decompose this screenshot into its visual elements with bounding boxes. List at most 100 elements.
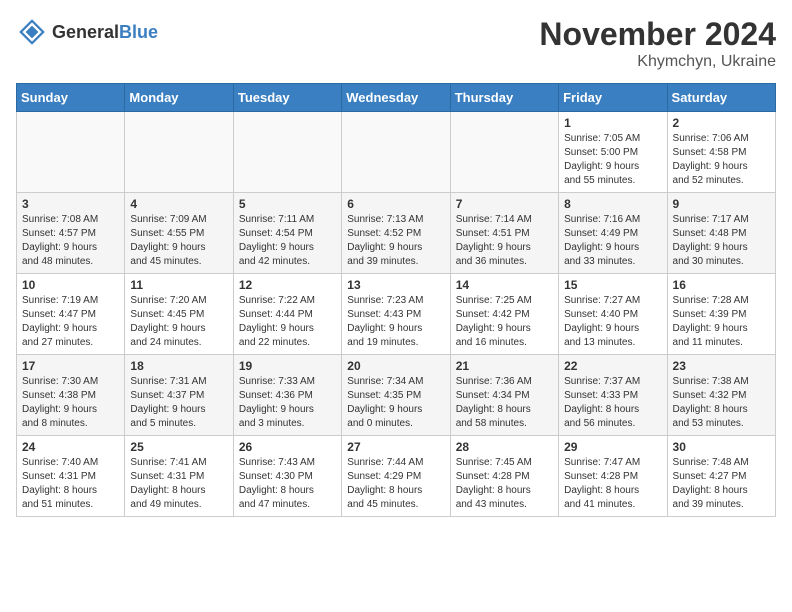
day-info: Sunrise: 7:45 AM Sunset: 4:28 PM Dayligh… [456, 456, 553, 512]
day-info: Sunrise: 7:28 AM Sunset: 4:39 PM Dayligh… [673, 294, 770, 350]
day-cell-4-4: 28 Sunrise: 7:45 AM Sunset: 4:28 PM Dayli… [450, 436, 558, 517]
day-info: Sunrise: 7:41 AM Sunset: 4:31 PM Dayligh… [130, 456, 227, 512]
day-number: 17 [22, 359, 119, 373]
day-info: Sunrise: 7:38 AM Sunset: 4:32 PM Dayligh… [673, 375, 770, 431]
day-cell-0-4 [450, 112, 558, 193]
day-info: Sunrise: 7:19 AM Sunset: 4:47 PM Dayligh… [22, 294, 119, 350]
day-number: 4 [130, 197, 227, 211]
day-number: 8 [564, 197, 661, 211]
day-number: 7 [456, 197, 553, 211]
location-title: Khymchyn, Ukraine [539, 53, 776, 71]
day-number: 22 [564, 359, 661, 373]
day-info: Sunrise: 7:11 AM Sunset: 4:54 PM Dayligh… [239, 213, 336, 269]
day-info: Sunrise: 7:40 AM Sunset: 4:31 PM Dayligh… [22, 456, 119, 512]
day-cell-1-6: 9 Sunrise: 7:17 AM Sunset: 4:48 PM Daylig… [667, 193, 775, 274]
day-cell-2-3: 13Sunrise: 7:23 AM Sunset: 4:43 PM Dayli… [342, 274, 450, 355]
day-cell-2-4: 14 Sunrise: 7:25 AM Sunset: 4:42 PM Dayli… [450, 274, 558, 355]
day-number: 19 [239, 359, 336, 373]
day-info: Sunrise: 7:36 AM Sunset: 4:34 PM Dayligh… [456, 375, 553, 431]
logo-text-blue: Blue [119, 22, 158, 42]
day-info: Sunrise: 7:22 AM Sunset: 4:44 PM Dayligh… [239, 294, 336, 350]
day-number: 27 [347, 440, 444, 454]
day-number: 23 [673, 359, 770, 373]
day-cell-3-4: 21 Sunrise: 7:36 AM Sunset: 4:34 PM Dayli… [450, 355, 558, 436]
day-number: 30 [673, 440, 770, 454]
day-number: 25 [130, 440, 227, 454]
col-tuesday: Tuesday [233, 84, 341, 112]
day-cell-3-6: 23 Sunrise: 7:38 AM Sunset: 4:32 PM Dayli… [667, 355, 775, 436]
day-number: 15 [564, 278, 661, 292]
day-info: Sunrise: 7:48 AM Sunset: 4:27 PM Dayligh… [673, 456, 770, 512]
week-row-5: 24 Sunrise: 7:40 AM Sunset: 4:31 PM Dayli… [17, 436, 776, 517]
day-number: 1 [564, 116, 661, 130]
day-number: 18 [130, 359, 227, 373]
day-cell-0-1 [125, 112, 233, 193]
day-cell-0-5: 1Sunrise: 7:05 AM Sunset: 5:00 PM Daylig… [559, 112, 667, 193]
day-cell-4-1: 25 Sunrise: 7:41 AM Sunset: 4:31 PM Dayli… [125, 436, 233, 517]
day-cell-2-6: 16Sunrise: 7:28 AM Sunset: 4:39 PM Dayli… [667, 274, 775, 355]
day-info: Sunrise: 7:20 AM Sunset: 4:45 PM Dayligh… [130, 294, 227, 350]
day-cell-3-0: 17 Sunrise: 7:30 AM Sunset: 4:38 PM Dayli… [17, 355, 125, 436]
day-number: 10 [22, 278, 119, 292]
day-cell-1-3: 6 Sunrise: 7:13 AM Sunset: 4:52 PM Daylig… [342, 193, 450, 274]
day-cell-4-2: 26 Sunrise: 7:43 AM Sunset: 4:30 PM Dayli… [233, 436, 341, 517]
col-wednesday: Wednesday [342, 84, 450, 112]
day-number: 14 [456, 278, 553, 292]
week-row-1: 1Sunrise: 7:05 AM Sunset: 5:00 PM Daylig… [17, 112, 776, 193]
col-thursday: Thursday [450, 84, 558, 112]
month-title: November 2024 [539, 16, 776, 53]
day-cell-0-6: 2Sunrise: 7:06 AM Sunset: 4:58 PM Daylig… [667, 112, 775, 193]
day-number: 2 [673, 116, 770, 130]
day-number: 29 [564, 440, 661, 454]
day-number: 3 [22, 197, 119, 211]
day-cell-1-4: 7Sunrise: 7:14 AM Sunset: 4:51 PM Daylig… [450, 193, 558, 274]
day-info: Sunrise: 7:08 AM Sunset: 4:57 PM Dayligh… [22, 213, 119, 269]
day-cell-1-5: 8Sunrise: 7:16 AM Sunset: 4:49 PM Daylig… [559, 193, 667, 274]
day-cell-3-1: 18Sunrise: 7:31 AM Sunset: 4:37 PM Dayli… [125, 355, 233, 436]
day-info: Sunrise: 7:13 AM Sunset: 4:52 PM Dayligh… [347, 213, 444, 269]
col-saturday: Saturday [667, 84, 775, 112]
day-cell-3-3: 20Sunrise: 7:34 AM Sunset: 4:35 PM Dayli… [342, 355, 450, 436]
day-cell-2-1: 11Sunrise: 7:20 AM Sunset: 4:45 PM Dayli… [125, 274, 233, 355]
logo-icon [16, 16, 48, 48]
title-area: November 2024 Khymchyn, Ukraine [539, 16, 776, 71]
day-info: Sunrise: 7:09 AM Sunset: 4:55 PM Dayligh… [130, 213, 227, 269]
day-cell-2-2: 12 Sunrise: 7:22 AM Sunset: 4:44 PM Dayli… [233, 274, 341, 355]
day-number: 12 [239, 278, 336, 292]
day-cell-1-1: 4 Sunrise: 7:09 AM Sunset: 4:55 PM Daylig… [125, 193, 233, 274]
day-number: 28 [456, 440, 553, 454]
day-cell-3-5: 22 Sunrise: 7:37 AM Sunset: 4:33 PM Dayli… [559, 355, 667, 436]
day-number: 24 [22, 440, 119, 454]
day-info: Sunrise: 7:44 AM Sunset: 4:29 PM Dayligh… [347, 456, 444, 512]
day-number: 26 [239, 440, 336, 454]
day-info: Sunrise: 7:30 AM Sunset: 4:38 PM Dayligh… [22, 375, 119, 431]
day-number: 20 [347, 359, 444, 373]
day-info: Sunrise: 7:17 AM Sunset: 4:48 PM Dayligh… [673, 213, 770, 269]
col-sunday: Sunday [17, 84, 125, 112]
week-row-2: 3 Sunrise: 7:08 AM Sunset: 4:57 PM Daylig… [17, 193, 776, 274]
day-cell-0-2 [233, 112, 341, 193]
day-cell-4-0: 24 Sunrise: 7:40 AM Sunset: 4:31 PM Dayli… [17, 436, 125, 517]
day-cell-4-5: 29 Sunrise: 7:47 AM Sunset: 4:28 PM Dayli… [559, 436, 667, 517]
day-number: 6 [347, 197, 444, 211]
day-cell-2-5: 15 Sunrise: 7:27 AM Sunset: 4:40 PM Dayli… [559, 274, 667, 355]
day-cell-3-2: 19Sunrise: 7:33 AM Sunset: 4:36 PM Dayli… [233, 355, 341, 436]
day-info: Sunrise: 7:27 AM Sunset: 4:40 PM Dayligh… [564, 294, 661, 350]
page-header: GeneralBlue November 2024 Khymchyn, Ukra… [16, 16, 776, 71]
day-info: Sunrise: 7:47 AM Sunset: 4:28 PM Dayligh… [564, 456, 661, 512]
day-info: Sunrise: 7:43 AM Sunset: 4:30 PM Dayligh… [239, 456, 336, 512]
day-info: Sunrise: 7:37 AM Sunset: 4:33 PM Dayligh… [564, 375, 661, 431]
calendar-table: Sunday Monday Tuesday Wednesday Thursday… [16, 83, 776, 517]
day-info: Sunrise: 7:25 AM Sunset: 4:42 PM Dayligh… [456, 294, 553, 350]
day-number: 21 [456, 359, 553, 373]
logo: GeneralBlue [16, 16, 158, 48]
calendar-header-row: Sunday Monday Tuesday Wednesday Thursday… [17, 84, 776, 112]
day-number: 9 [673, 197, 770, 211]
week-row-3: 10 Sunrise: 7:19 AM Sunset: 4:47 PM Dayli… [17, 274, 776, 355]
col-monday: Monday [125, 84, 233, 112]
day-cell-4-6: 30 Sunrise: 7:48 AM Sunset: 4:27 PM Dayli… [667, 436, 775, 517]
logo-text-general: General [52, 22, 119, 42]
day-info: Sunrise: 7:23 AM Sunset: 4:43 PM Dayligh… [347, 294, 444, 350]
week-row-4: 17 Sunrise: 7:30 AM Sunset: 4:38 PM Dayli… [17, 355, 776, 436]
day-cell-1-2: 5Sunrise: 7:11 AM Sunset: 4:54 PM Daylig… [233, 193, 341, 274]
